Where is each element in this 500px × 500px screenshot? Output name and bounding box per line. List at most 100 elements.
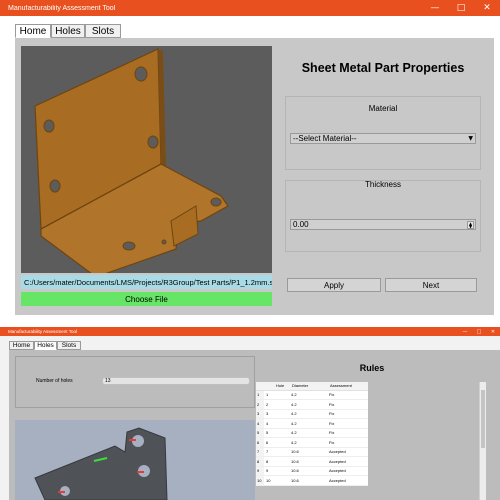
holes-3d-viewport[interactable]: [15, 420, 255, 500]
table-cell: Fix: [327, 409, 368, 419]
row-number-cell: 6: [256, 437, 264, 448]
hole-2: [147, 135, 159, 149]
hole-7: [161, 239, 167, 245]
dropdown-arrow-icon: ▼: [468, 135, 473, 142]
row-number-cell: 9: [256, 466, 264, 476]
table-row[interactable]: 10 10 10.6 Accepted: [256, 475, 368, 486]
spin-buttons[interactable]: ▲ ▼: [467, 221, 474, 229]
table-cell: 4.2: [289, 428, 327, 438]
table-cell: 7: [264, 447, 289, 457]
table-corner-cell: [256, 382, 264, 391]
file-path-field[interactable]: C:/Users/mater/Documents/LMS/Projects/R3…: [21, 275, 272, 289]
next-button[interactable]: Next: [385, 278, 477, 292]
top-window-title: Manufacturability Assessment Tool: [8, 4, 116, 12]
apply-button[interactable]: Apply: [287, 278, 381, 292]
table-row[interactable]: 4 4 4.2 Fix: [256, 418, 368, 429]
table-cell: 10.6: [289, 466, 327, 476]
table-cell: 3: [264, 409, 289, 419]
hole-1: [134, 66, 148, 82]
bottom-window-title: Manufacturability Assessment Tool: [8, 329, 77, 334]
table-row[interactable]: 9 9 10.6 Accepted: [256, 466, 368, 476]
row-number-cell: 10: [256, 475, 264, 486]
minimize-icon[interactable]: —: [458, 327, 472, 336]
table-cell: Accepted: [327, 466, 368, 476]
material-selected-value: --Select Material--: [293, 134, 357, 143]
table-cell: 4.2: [289, 399, 327, 410]
table-header-row: Hole Diameter Assessment: [256, 382, 368, 391]
close-icon[interactable]: ✕: [474, 0, 500, 16]
rules-table-body: 1 1 4.2 Fix 2 2 4.2 Fix 3 3 4.2 Fix 4 4 4.2 Fix 5 5 4.2 Fix…: [256, 390, 368, 486]
table-cell: 4.2: [289, 418, 327, 429]
tab-holes[interactable]: Holes: [34, 341, 57, 350]
column-header-diameter[interactable]: Diameter: [289, 382, 327, 391]
thickness-spinbox[interactable]: 0.00 ▲ ▼: [290, 219, 476, 230]
close-icon[interactable]: ✕: [486, 327, 500, 336]
table-cell: 10: [264, 475, 289, 486]
material-label: Material: [368, 104, 398, 113]
table-cell: 4.2: [289, 437, 327, 448]
bottom-content-panel: Number of holes 13 Rules Hole Diameter A…: [9, 350, 500, 500]
table-cell: 10.6: [289, 475, 327, 486]
holes-part-render: [34, 427, 168, 500]
holes-count-label: Number of holes: [36, 378, 73, 384]
top-titlebar: Manufacturability Assessment Tool — □ ✕: [0, 0, 500, 16]
top-content-panel: C:/Users/mater/Documents/LMS/Projects/R3…: [15, 38, 494, 315]
tab-home[interactable]: Home: [9, 341, 34, 350]
maximize-icon[interactable]: □: [448, 0, 474, 16]
row-number-cell: 4: [256, 418, 264, 429]
table-cell: 5: [264, 428, 289, 438]
holes-count-field[interactable]: 13: [102, 377, 250, 385]
table-cell: 9: [264, 466, 289, 476]
table-cell: Accepted: [327, 447, 368, 457]
bottom-tab-bar: Home Holes Slots: [9, 341, 81, 350]
rules-scrollbar-thumb[interactable]: [481, 390, 485, 448]
table-cell: Fix: [327, 390, 368, 400]
bottom-window: Manufacturability Assessment Tool — □ ✕ …: [0, 327, 500, 500]
table-row[interactable]: 7 7 10.6 Accepted: [256, 447, 368, 457]
sheet-metal-part-render: [34, 48, 229, 273]
row-number-cell: 8: [256, 456, 264, 467]
thickness-group: Thickness 0.00 ▲ ▼: [285, 180, 481, 252]
table-cell: 4: [264, 418, 289, 429]
top-window: Manufacturability Assessment Tool — □ ✕ …: [0, 0, 500, 327]
table-cell: 6: [264, 437, 289, 448]
top-tab-bar: Home Holes Slots: [15, 24, 121, 38]
properties-heading: Sheet Metal Part Properties: [301, 61, 465, 75]
minimize-icon[interactable]: —: [422, 0, 448, 16]
table-cell: Fix: [327, 418, 368, 429]
thickness-value: 0.00: [293, 220, 309, 229]
table-cell: 4.2: [289, 390, 327, 400]
spin-down-icon[interactable]: ▼: [469, 224, 472, 229]
table-row[interactable]: 3 3 4.2 Fix: [256, 409, 368, 419]
holes-count-group: Number of holes 13: [15, 356, 255, 408]
tab-slots[interactable]: Slots: [57, 341, 81, 350]
table-row[interactable]: 8 8 10.6 Accepted: [256, 456, 368, 467]
table-cell: Accepted: [327, 456, 368, 467]
column-header-assessment[interactable]: Assessment: [327, 382, 368, 391]
table-row[interactable]: 5 5 4.2 Fix: [256, 428, 368, 438]
hole-5: [210, 197, 222, 207]
thickness-label: Thickness: [364, 180, 401, 189]
bottom-titlebar: Manufacturability Assessment Tool — □ ✕: [0, 327, 500, 336]
table-row[interactable]: 6 6 4.2 Fix: [256, 437, 368, 448]
table-row[interactable]: 2 2 4.2 Fix: [256, 399, 368, 410]
row-number-cell: 1: [256, 390, 264, 400]
rules-heading: Rules: [359, 363, 385, 373]
maximize-icon[interactable]: □: [472, 327, 486, 336]
material-select[interactable]: --Select Material-- ▼: [290, 133, 476, 144]
row-number-cell: 2: [256, 399, 264, 410]
part-3d-viewport[interactable]: [21, 46, 272, 273]
column-header-hole[interactable]: Hole: [264, 382, 289, 391]
choose-file-button[interactable]: Choose File: [21, 292, 272, 306]
tab-slots[interactable]: Slots: [85, 24, 121, 38]
tab-holes[interactable]: Holes: [51, 24, 85, 38]
table-cell: 1: [264, 390, 289, 400]
table-cell: Accepted: [327, 475, 368, 486]
rules-scrollbar[interactable]: [479, 382, 486, 500]
row-number-cell: 3: [256, 409, 264, 419]
row-number-cell: 5: [256, 428, 264, 438]
tab-home[interactable]: Home: [15, 24, 51, 38]
table-cell: Fix: [327, 437, 368, 448]
table-row[interactable]: 1 1 4.2 Fix: [256, 390, 368, 400]
hole-6: [122, 241, 136, 251]
